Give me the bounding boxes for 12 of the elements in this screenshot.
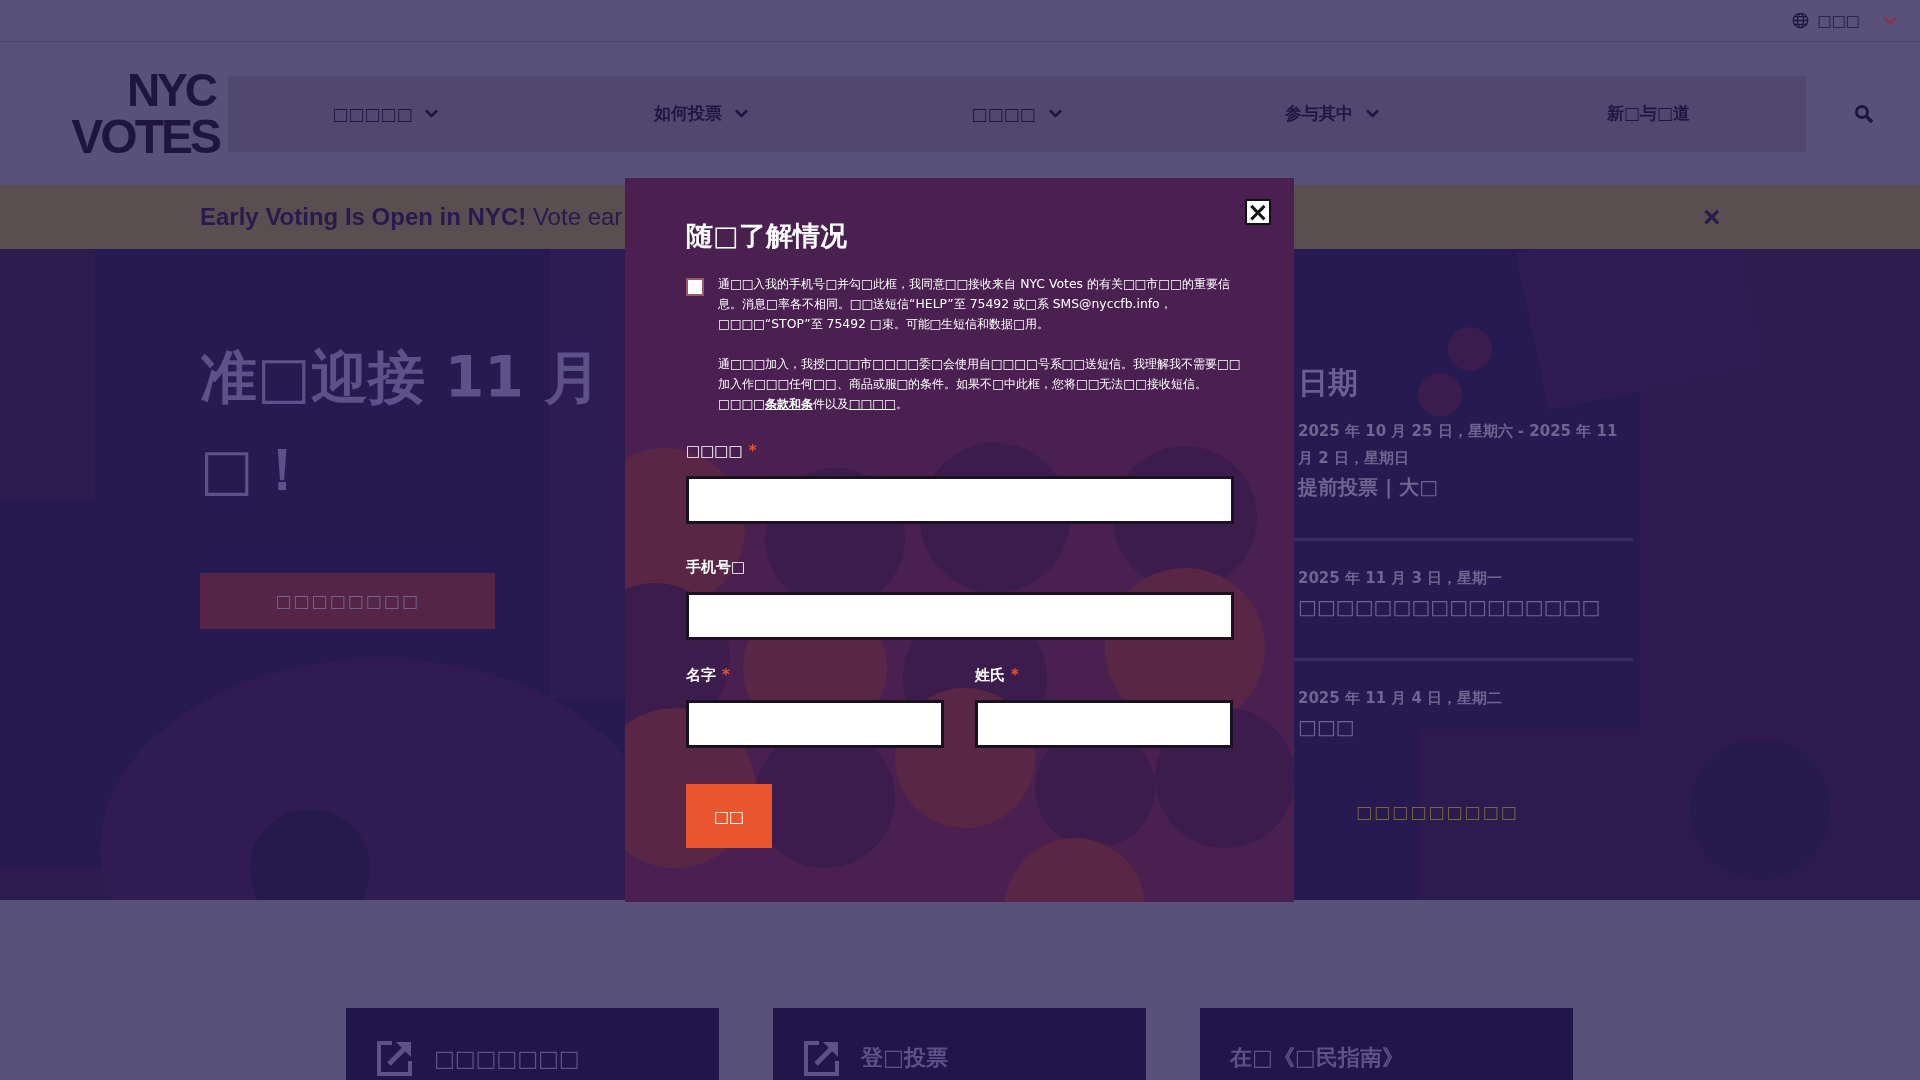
chevron-down-icon (1882, 15, 1898, 26)
quick-link-card[interactable]: 在□《□民指南》 (1200, 1008, 1573, 1080)
modal-title: 随□了解情况 (686, 219, 848, 253)
nav-item[interactable]: □□□□□ (228, 75, 544, 152)
language-selector[interactable]: □□□ (1792, 11, 1898, 30)
globe-icon (1792, 12, 1810, 29)
close-button[interactable]: × (1245, 199, 1271, 225)
logo[interactable]: NYC VOTES (37, 66, 219, 161)
nav-item[interactable]: □□□□ (859, 75, 1175, 152)
quick-link-card[interactable]: □□□□□□□ (346, 1008, 719, 1080)
quick-link-card[interactable]: 登□投票 (773, 1008, 1146, 1080)
close-button[interactable]: × (1703, 202, 1721, 232)
